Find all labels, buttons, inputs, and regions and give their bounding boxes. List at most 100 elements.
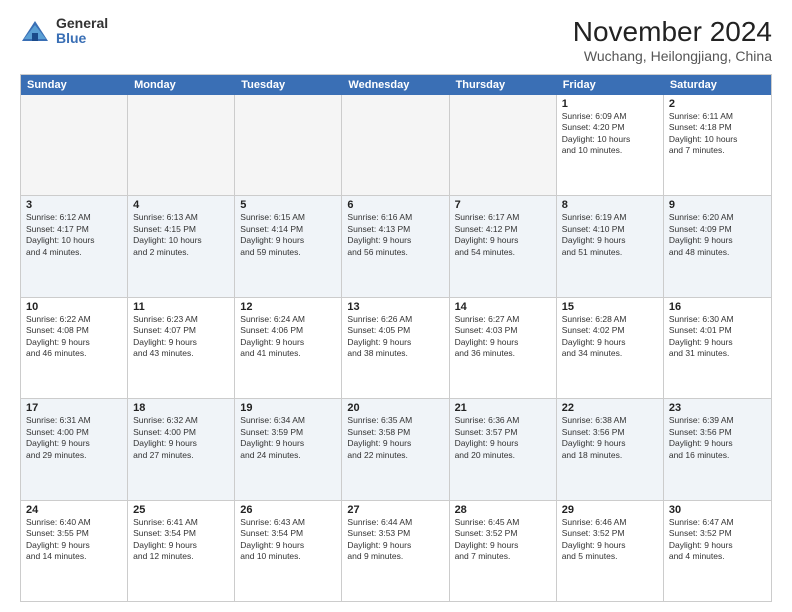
day-cell-7: 7Sunrise: 6:17 AM Sunset: 4:12 PM Daylig… — [450, 196, 557, 296]
day-cell-14: 14Sunrise: 6:27 AM Sunset: 4:03 PM Dayli… — [450, 298, 557, 398]
day-info: Sunrise: 6:17 AM Sunset: 4:12 PM Dayligh… — [455, 212, 551, 258]
day-number: 23 — [669, 402, 766, 414]
day-number: 7 — [455, 199, 551, 211]
day-number: 30 — [669, 504, 766, 516]
day-number: 5 — [240, 199, 336, 211]
header: General Blue November 2024 Wuchang, Heil… — [20, 16, 772, 64]
day-cell-29: 29Sunrise: 6:46 AM Sunset: 3:52 PM Dayli… — [557, 501, 664, 601]
day-number: 22 — [562, 402, 658, 414]
day-cell-9: 9Sunrise: 6:20 AM Sunset: 4:09 PM Daylig… — [664, 196, 771, 296]
month-title: November 2024 — [573, 16, 772, 48]
day-info: Sunrise: 6:36 AM Sunset: 3:57 PM Dayligh… — [455, 415, 551, 461]
day-number: 16 — [669, 301, 766, 313]
week-row-2: 3Sunrise: 6:12 AM Sunset: 4:17 PM Daylig… — [21, 196, 771, 297]
day-number: 8 — [562, 199, 658, 211]
day-info: Sunrise: 6:16 AM Sunset: 4:13 PM Dayligh… — [347, 212, 443, 258]
day-cell-25: 25Sunrise: 6:41 AM Sunset: 3:54 PM Dayli… — [128, 501, 235, 601]
day-info: Sunrise: 6:47 AM Sunset: 3:52 PM Dayligh… — [669, 517, 766, 563]
day-cell-12: 12Sunrise: 6:24 AM Sunset: 4:06 PM Dayli… — [235, 298, 342, 398]
day-info: Sunrise: 6:24 AM Sunset: 4:06 PM Dayligh… — [240, 314, 336, 360]
day-info: Sunrise: 6:41 AM Sunset: 3:54 PM Dayligh… — [133, 517, 229, 563]
week-row-5: 24Sunrise: 6:40 AM Sunset: 3:55 PM Dayli… — [21, 501, 771, 601]
day-info: Sunrise: 6:20 AM Sunset: 4:09 PM Dayligh… — [669, 212, 766, 258]
header-day-friday: Friday — [557, 75, 664, 95]
day-info: Sunrise: 6:39 AM Sunset: 3:56 PM Dayligh… — [669, 415, 766, 461]
day-info: Sunrise: 6:09 AM Sunset: 4:20 PM Dayligh… — [562, 111, 658, 157]
day-cell-5: 5Sunrise: 6:15 AM Sunset: 4:14 PM Daylig… — [235, 196, 342, 296]
day-cell-19: 19Sunrise: 6:34 AM Sunset: 3:59 PM Dayli… — [235, 399, 342, 499]
day-cell-23: 23Sunrise: 6:39 AM Sunset: 3:56 PM Dayli… — [664, 399, 771, 499]
day-info: Sunrise: 6:31 AM Sunset: 4:00 PM Dayligh… — [26, 415, 122, 461]
day-cell-21: 21Sunrise: 6:36 AM Sunset: 3:57 PM Dayli… — [450, 399, 557, 499]
empty-cell — [128, 95, 235, 195]
day-number: 29 — [562, 504, 658, 516]
empty-cell — [450, 95, 557, 195]
day-cell-16: 16Sunrise: 6:30 AM Sunset: 4:01 PM Dayli… — [664, 298, 771, 398]
day-info: Sunrise: 6:22 AM Sunset: 4:08 PM Dayligh… — [26, 314, 122, 360]
day-number: 26 — [240, 504, 336, 516]
day-number: 12 — [240, 301, 336, 313]
day-number: 3 — [26, 199, 122, 211]
week-row-3: 10Sunrise: 6:22 AM Sunset: 4:08 PM Dayli… — [21, 298, 771, 399]
day-info: Sunrise: 6:45 AM Sunset: 3:52 PM Dayligh… — [455, 517, 551, 563]
header-day-wednesday: Wednesday — [342, 75, 449, 95]
day-cell-13: 13Sunrise: 6:26 AM Sunset: 4:05 PM Dayli… — [342, 298, 449, 398]
logo: General Blue — [20, 16, 108, 47]
logo-text: General Blue — [56, 16, 108, 47]
day-number: 19 — [240, 402, 336, 414]
day-info: Sunrise: 6:38 AM Sunset: 3:56 PM Dayligh… — [562, 415, 658, 461]
day-cell-3: 3Sunrise: 6:12 AM Sunset: 4:17 PM Daylig… — [21, 196, 128, 296]
day-number: 27 — [347, 504, 443, 516]
day-number: 10 — [26, 301, 122, 313]
day-info: Sunrise: 6:30 AM Sunset: 4:01 PM Dayligh… — [669, 314, 766, 360]
header-day-tuesday: Tuesday — [235, 75, 342, 95]
day-cell-4: 4Sunrise: 6:13 AM Sunset: 4:15 PM Daylig… — [128, 196, 235, 296]
day-number: 4 — [133, 199, 229, 211]
day-cell-6: 6Sunrise: 6:16 AM Sunset: 4:13 PM Daylig… — [342, 196, 449, 296]
day-cell-8: 8Sunrise: 6:19 AM Sunset: 4:10 PM Daylig… — [557, 196, 664, 296]
day-cell-27: 27Sunrise: 6:44 AM Sunset: 3:53 PM Dayli… — [342, 501, 449, 601]
day-cell-15: 15Sunrise: 6:28 AM Sunset: 4:02 PM Dayli… — [557, 298, 664, 398]
calendar-container: SundayMondayTuesdayWednesdayThursdayFrid… — [20, 74, 772, 602]
day-cell-2: 2Sunrise: 6:11 AM Sunset: 4:18 PM Daylig… — [664, 95, 771, 195]
day-info: Sunrise: 6:35 AM Sunset: 3:58 PM Dayligh… — [347, 415, 443, 461]
day-number: 18 — [133, 402, 229, 414]
day-info: Sunrise: 6:44 AM Sunset: 3:53 PM Dayligh… — [347, 517, 443, 563]
day-number: 13 — [347, 301, 443, 313]
day-number: 28 — [455, 504, 551, 516]
day-number: 2 — [669, 98, 766, 110]
day-info: Sunrise: 6:27 AM Sunset: 4:03 PM Dayligh… — [455, 314, 551, 360]
day-cell-11: 11Sunrise: 6:23 AM Sunset: 4:07 PM Dayli… — [128, 298, 235, 398]
day-number: 17 — [26, 402, 122, 414]
day-number: 25 — [133, 504, 229, 516]
day-info: Sunrise: 6:32 AM Sunset: 4:00 PM Dayligh… — [133, 415, 229, 461]
calendar-body: 1Sunrise: 6:09 AM Sunset: 4:20 PM Daylig… — [21, 95, 771, 601]
day-info: Sunrise: 6:46 AM Sunset: 3:52 PM Dayligh… — [562, 517, 658, 563]
empty-cell — [235, 95, 342, 195]
title-block: November 2024 Wuchang, Heilongjiang, Chi… — [573, 16, 772, 64]
day-number: 21 — [455, 402, 551, 414]
day-cell-10: 10Sunrise: 6:22 AM Sunset: 4:08 PM Dayli… — [21, 298, 128, 398]
page: General Blue November 2024 Wuchang, Heil… — [0, 0, 792, 612]
day-info: Sunrise: 6:26 AM Sunset: 4:05 PM Dayligh… — [347, 314, 443, 360]
day-number: 1 — [562, 98, 658, 110]
day-number: 9 — [669, 199, 766, 211]
day-cell-30: 30Sunrise: 6:47 AM Sunset: 3:52 PM Dayli… — [664, 501, 771, 601]
day-info: Sunrise: 6:12 AM Sunset: 4:17 PM Dayligh… — [26, 212, 122, 258]
day-info: Sunrise: 6:13 AM Sunset: 4:15 PM Dayligh… — [133, 212, 229, 258]
location: Wuchang, Heilongjiang, China — [573, 48, 772, 64]
logo-blue: Blue — [56, 31, 108, 46]
header-day-thursday: Thursday — [450, 75, 557, 95]
day-cell-17: 17Sunrise: 6:31 AM Sunset: 4:00 PM Dayli… — [21, 399, 128, 499]
day-cell-22: 22Sunrise: 6:38 AM Sunset: 3:56 PM Dayli… — [557, 399, 664, 499]
calendar-header: SundayMondayTuesdayWednesdayThursdayFrid… — [21, 75, 771, 95]
day-cell-18: 18Sunrise: 6:32 AM Sunset: 4:00 PM Dayli… — [128, 399, 235, 499]
day-info: Sunrise: 6:28 AM Sunset: 4:02 PM Dayligh… — [562, 314, 658, 360]
empty-cell — [342, 95, 449, 195]
week-row-4: 17Sunrise: 6:31 AM Sunset: 4:00 PM Dayli… — [21, 399, 771, 500]
day-number: 20 — [347, 402, 443, 414]
day-number: 14 — [455, 301, 551, 313]
logo-general: General — [56, 16, 108, 31]
day-info: Sunrise: 6:15 AM Sunset: 4:14 PM Dayligh… — [240, 212, 336, 258]
day-number: 11 — [133, 301, 229, 313]
